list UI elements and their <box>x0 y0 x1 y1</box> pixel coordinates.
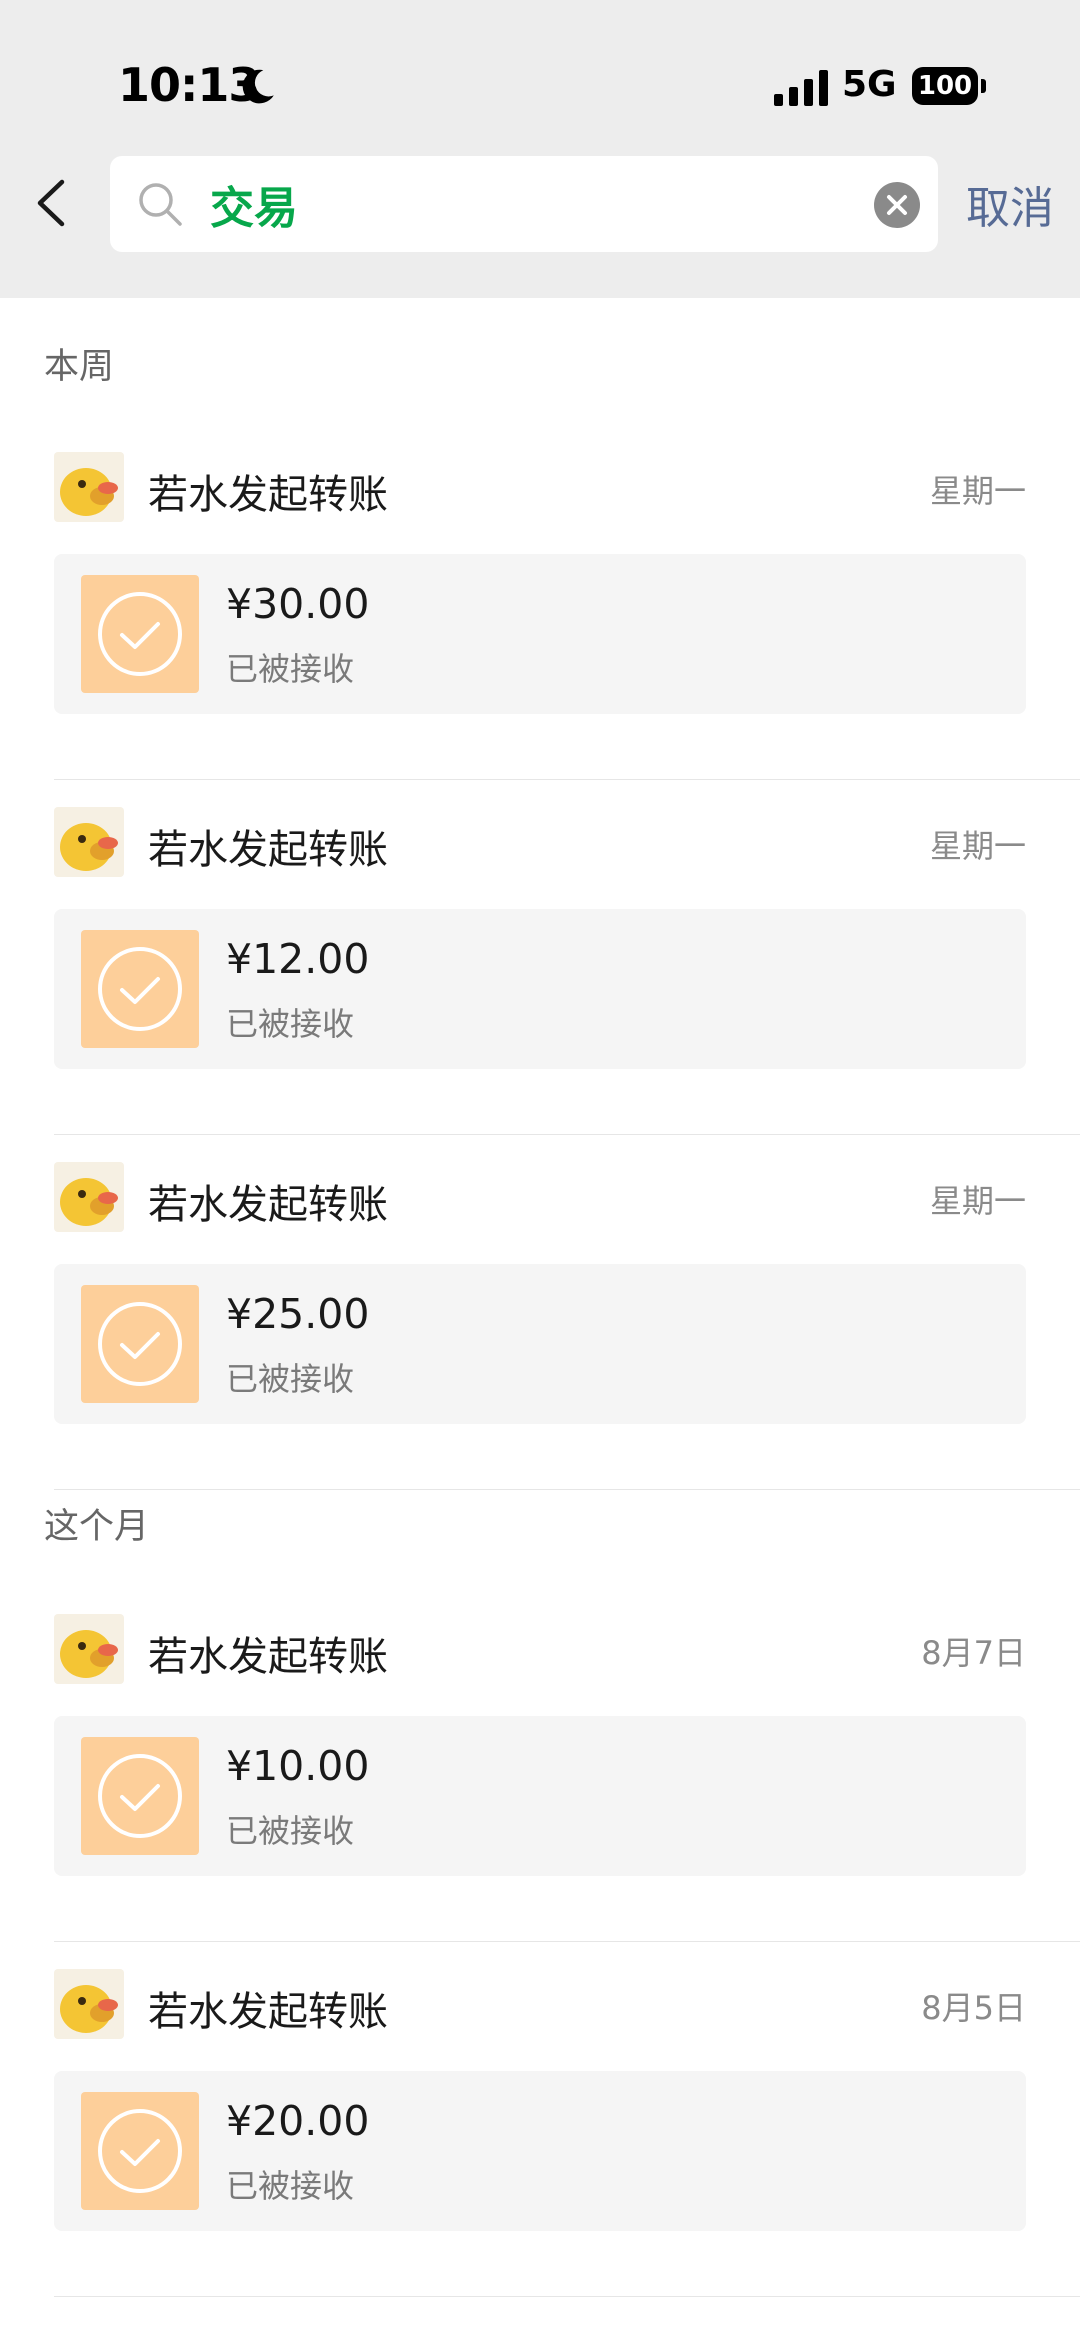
duck-avatar <box>54 1969 124 2039</box>
divider <box>54 779 1080 780</box>
list-item[interactable]: 若水发起转账 8月5日 ¥20.00 已被接收 <box>0 1969 1080 2324</box>
list-item[interactable]: 若水发起转账 星期一 ¥30.00 已被接收 <box>0 452 1080 807</box>
divider <box>54 1941 1080 1942</box>
search-box[interactable] <box>110 156 938 252</box>
clear-icon[interactable] <box>874 182 920 228</box>
moon-icon <box>242 69 274 104</box>
network-type: 5G <box>842 64 897 105</box>
item-date: 星期一 <box>929 472 1026 510</box>
check-circle-icon <box>98 1302 182 1386</box>
transfer-card[interactable]: ¥25.00 已被接收 <box>54 1264 1026 1424</box>
transfer-icon <box>81 575 199 693</box>
check-circle-icon <box>98 1754 182 1838</box>
signal-icon <box>774 70 828 106</box>
transfer-status: 已被接收 <box>226 650 355 688</box>
section-title-this-week: 本周 <box>44 347 115 387</box>
battery-level: 100 <box>912 67 978 105</box>
duck-avatar <box>54 1614 124 1684</box>
divider <box>54 2296 1080 2297</box>
item-title: 若水发起转账 <box>148 1634 388 1680</box>
check-circle-icon <box>98 2109 182 2193</box>
item-title: 若水发起转账 <box>148 827 388 873</box>
transfer-status: 已被接收 <box>226 2167 355 2205</box>
item-date: 星期一 <box>929 827 1026 865</box>
check-circle-icon <box>98 947 182 1031</box>
list-item[interactable]: 若水发起转账 星期一 ¥25.00 已被接收 <box>0 1162 1080 1517</box>
divider <box>54 1489 1080 1490</box>
duck-avatar <box>54 807 124 877</box>
transfer-card[interactable]: ¥20.00 已被接收 <box>54 2071 1026 2231</box>
status-bar: 10:13 5G 100 <box>0 0 1080 150</box>
transfer-amount: ¥30.00 <box>226 580 370 628</box>
duck-avatar <box>54 452 124 522</box>
transfer-card[interactable]: ¥10.00 已被接收 <box>54 1716 1026 1876</box>
item-title: 若水发起转账 <box>148 1182 388 1228</box>
transfer-status: 已被接收 <box>226 1005 355 1043</box>
duck-avatar <box>54 1162 124 1232</box>
battery-tip <box>981 79 986 93</box>
section-title-this-month: 这个月 <box>44 1507 150 1547</box>
cancel-button[interactable]: 取消 <box>966 172 1054 236</box>
item-date: 8月7日 <box>921 1634 1026 1672</box>
transfer-icon <box>81 2092 199 2210</box>
top-bar: 10:13 5G 100 取消 <box>0 0 1080 298</box>
search-input[interactable] <box>210 174 850 234</box>
transfer-amount: ¥12.00 <box>226 935 370 983</box>
transfer-amount: ¥25.00 <box>226 1290 370 1338</box>
transfer-icon <box>81 1737 199 1855</box>
list-item[interactable]: 若水发起转账 星期一 ¥12.00 已被接收 <box>0 807 1080 1162</box>
transfer-icon <box>81 1285 199 1403</box>
divider <box>54 1134 1080 1135</box>
chevron-left-icon[interactable] <box>20 168 90 238</box>
transfer-amount: ¥10.00 <box>226 1742 370 1790</box>
search-icon <box>139 183 182 226</box>
transfer-status: 已被接收 <box>226 1360 355 1398</box>
transfer-amount: ¥20.00 <box>226 2097 370 2145</box>
list-item[interactable]: 若水发起转账 8月7日 ¥10.00 已被接收 <box>0 1614 1080 1969</box>
transfer-card[interactable]: ¥12.00 已被接收 <box>54 909 1026 1069</box>
item-date: 8月5日 <box>921 1989 1026 2027</box>
transfer-status: 已被接收 <box>226 1812 355 1850</box>
item-title: 若水发起转账 <box>148 472 388 518</box>
transfer-icon <box>81 930 199 1048</box>
transfer-card[interactable]: ¥30.00 已被接收 <box>54 554 1026 714</box>
check-circle-icon <box>98 592 182 676</box>
item-title: 若水发起转账 <box>148 1989 388 2035</box>
item-date: 星期一 <box>929 1182 1026 1220</box>
